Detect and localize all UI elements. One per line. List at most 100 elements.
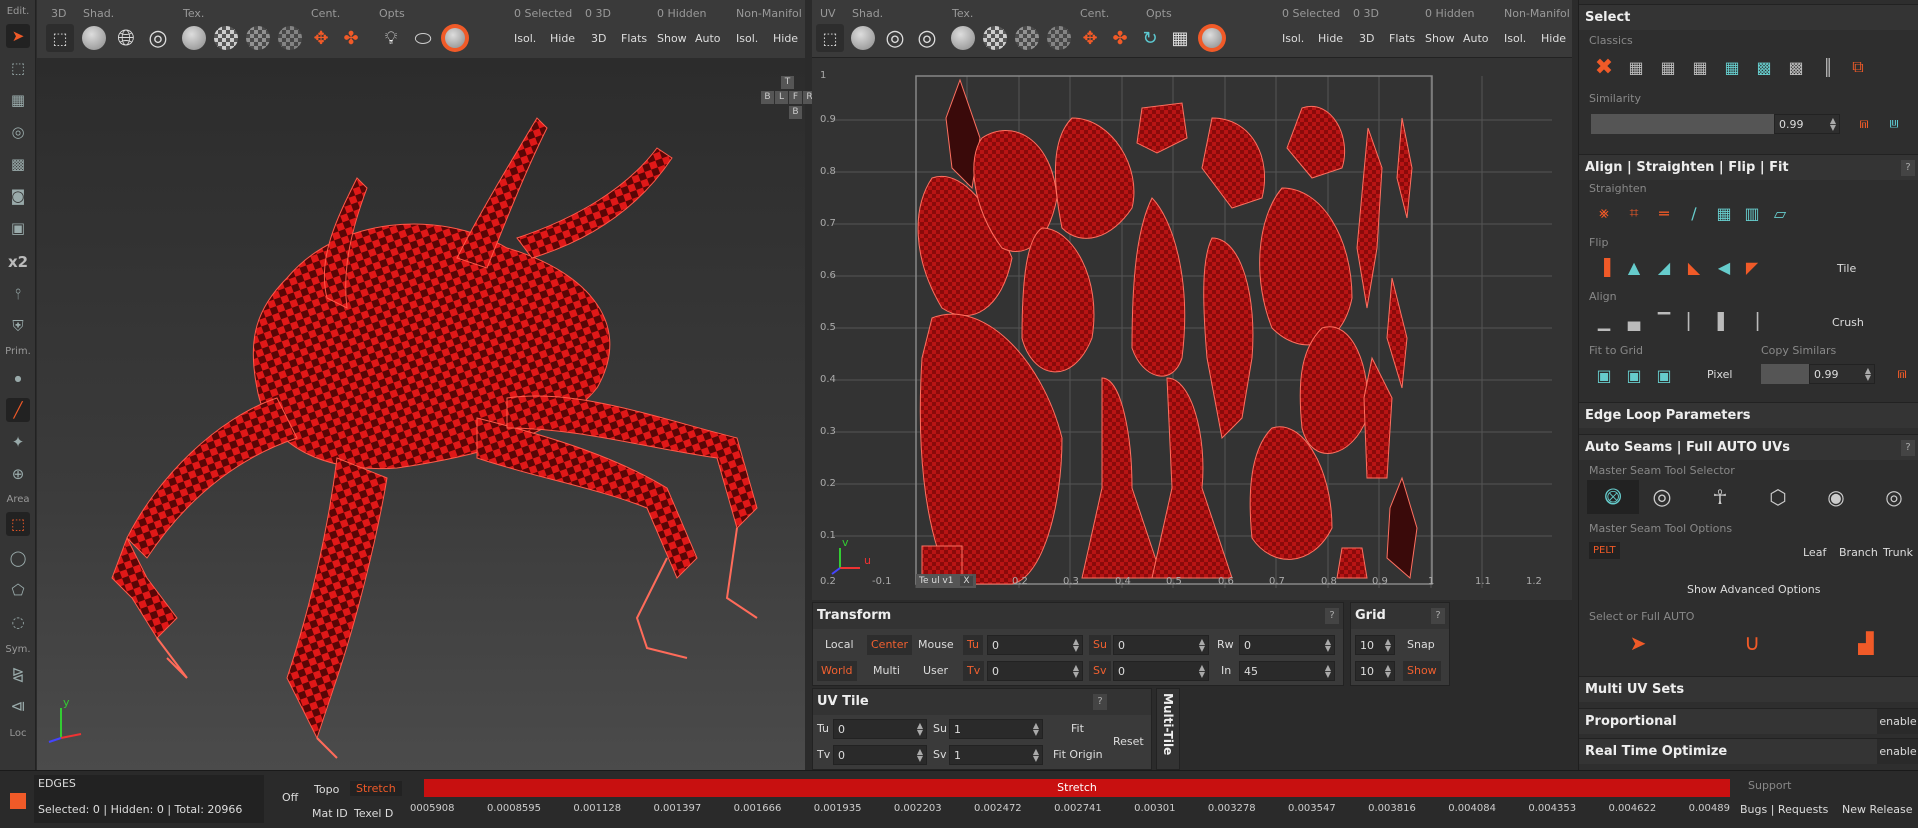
select-grid6-icon[interactable]: ▩: [1783, 54, 1809, 80]
uv-isol-button[interactable]: Isol.: [1277, 28, 1309, 50]
pixel-button[interactable]: Pixel: [1707, 368, 1732, 381]
uv-tile-close[interactable]: X: [960, 576, 973, 586]
fit-grid-icon[interactable]: ▣: [1591, 362, 1617, 388]
multi-uv-section-header[interactable]: Multi UV Sets: [1579, 676, 1918, 702]
proportional-enable-button[interactable]: enable: [1877, 709, 1918, 734]
similarity-stepper-icon[interactable]: ▲ ▼: [1830, 117, 1836, 132]
seam-ball-icon[interactable]: ◎: [1649, 484, 1675, 510]
uv-frame-icon[interactable]: ⬚: [816, 24, 844, 52]
uvtile-su-stepper-icon[interactable]: ▲ ▼: [1033, 722, 1039, 737]
uvtile-tu-field[interactable]: 0 ▲ ▼: [833, 719, 927, 739]
seam-cube-icon[interactable]: ⬡: [1765, 484, 1791, 510]
uv-grid-toggle-icon[interactable]: ▦: [1166, 24, 1194, 52]
rw-stepper-icon[interactable]: ▲ ▼: [1325, 638, 1331, 653]
su-stepper-icon[interactable]: ▲ ▼: [1199, 638, 1205, 653]
straighten-diag-icon[interactable]: ∕: [1681, 200, 1707, 226]
cylinder-icon[interactable]: ◙: [6, 184, 30, 208]
cube-front[interactable]: F: [789, 91, 802, 104]
grid-help-button[interactable]: ?: [1431, 608, 1445, 624]
3d-button[interactable]: 3D: [586, 28, 611, 50]
new-release-link[interactable]: New Release: [1842, 803, 1912, 816]
x2-label[interactable]: x2: [6, 250, 30, 274]
tu-field[interactable]: 0 ▲ ▼: [987, 635, 1083, 655]
flats-button[interactable]: Flats: [616, 28, 652, 50]
box-icon[interactable]: ▣: [6, 216, 30, 240]
uvtile-tv-field[interactable]: 0 ▲ ▼: [833, 745, 927, 765]
seam-magnet-icon[interactable]: ∪: [1739, 630, 1765, 656]
tex-checker-icon[interactable]: [212, 24, 240, 52]
uv-tile-help-button[interactable]: ?: [1093, 694, 1107, 710]
select-grid3-icon[interactable]: ▦: [1687, 54, 1713, 80]
trunk-button[interactable]: Trunk: [1883, 546, 1913, 559]
uv-tile-tag[interactable]: Te ul v1 X: [916, 574, 976, 588]
tex-plain-icon[interactable]: [180, 24, 208, 52]
su-field[interactable]: 0 ▲ ▼: [1113, 635, 1209, 655]
fit-button[interactable]: Fit: [1071, 719, 1084, 739]
uv-color-ball-icon[interactable]: [1198, 24, 1226, 52]
color-ball-icon[interactable]: [441, 24, 469, 52]
flip-rot4-icon[interactable]: ◤: [1739, 254, 1765, 280]
symmetry-icon[interactable]: ⧎: [6, 662, 30, 686]
flip-rot-icon[interactable]: ◢: [1651, 254, 1677, 280]
flip-v-icon[interactable]: ▲: [1621, 254, 1647, 280]
seam-full-auto-icon[interactable]: ▟: [1853, 630, 1879, 656]
select-arrow-icon[interactable]: ➤: [6, 24, 30, 48]
copy-similars-icon[interactable]: ⩎: [1889, 360, 1915, 386]
align-center-icon[interactable]: ▌: [1711, 308, 1737, 334]
grid-icon[interactable]: ▩: [6, 152, 30, 176]
uv-grid-sphere-icon[interactable]: ◎: [913, 24, 941, 52]
straighten-x-icon[interactable]: ⨳: [1591, 200, 1617, 226]
show-grid-button[interactable]: Show: [1403, 661, 1441, 681]
tv-field[interactable]: 0 ▲ ▼: [987, 661, 1083, 681]
frame-icon[interactable]: ⬚: [46, 24, 74, 52]
viewport-3d[interactable]: y T B L F R B: [37, 58, 816, 770]
uv-shaded-sphere-icon[interactable]: [849, 24, 877, 52]
select-grid2-icon[interactable]: ▦: [1655, 54, 1681, 80]
view-cube[interactable]: T B L F R B: [761, 76, 817, 130]
branch-button[interactable]: Branch: [1839, 546, 1878, 559]
cube-top[interactable]: T: [781, 76, 794, 89]
auto-seams-section-header[interactable]: Auto Seams | Full AUTO UVs?: [1579, 434, 1918, 460]
uvtile-sv-stepper-icon[interactable]: ▲ ▼: [1033, 748, 1039, 763]
poly-lasso-icon[interactable]: ⬠: [6, 578, 30, 602]
tv-stepper-icon[interactable]: ▲ ▼: [1073, 664, 1079, 679]
copy-similars-field[interactable]: 0.99 ▲ ▼: [1809, 364, 1875, 384]
uv-hide-button[interactable]: Hide: [1313, 28, 1348, 50]
select-similar-icon[interactable]: ⩎: [1851, 110, 1877, 136]
straighten-skew-icon[interactable]: ▱: [1767, 200, 1793, 226]
uv-tex-check3-icon[interactable]: [1045, 24, 1073, 52]
snap-button[interactable]: Snap: [1407, 635, 1435, 655]
tex-check2-icon[interactable]: [244, 24, 272, 52]
show-button[interactable]: Show: [652, 28, 692, 50]
wire-sphere-icon[interactable]: 🌐︎: [112, 24, 140, 52]
globe-icon[interactable]: ⊕: [6, 462, 30, 486]
move-tool-icon[interactable]: ✦: [6, 430, 30, 454]
transform-help-button[interactable]: ?: [1325, 608, 1339, 624]
uv-center-cross2-icon[interactable]: ✤: [1106, 24, 1134, 52]
dot-icon[interactable]: ●: [6, 366, 30, 390]
select-grid1-icon[interactable]: ▦: [1623, 54, 1649, 80]
texel-d-button[interactable]: Texel D: [354, 807, 393, 820]
grid-stepper-icon[interactable]: ▲ ▼: [1385, 664, 1391, 679]
hide2-button[interactable]: Hide: [768, 28, 803, 50]
similarity-field[interactable]: 0.99 ▲ ▼: [1774, 114, 1840, 134]
edge-loop-section-header[interactable]: Edge Loop Parameters: [1579, 402, 1918, 428]
sv-field[interactable]: 0 ▲ ▼: [1113, 661, 1209, 681]
align-section-header[interactable]: Align | Straighten | Flip | Fit?: [1579, 154, 1918, 180]
uvtile-tu-stepper-icon[interactable]: ▲ ▼: [917, 722, 923, 737]
shield-icon[interactable]: ⛨: [6, 314, 30, 338]
realtime-enable-button[interactable]: enable: [1877, 739, 1918, 764]
uv-isol2-button[interactable]: Isol.: [1499, 28, 1531, 50]
cube-bottom[interactable]: B: [789, 106, 802, 119]
deselect-icon[interactable]: ✖: [1591, 54, 1617, 80]
rect-select-icon[interactable]: ⬚: [6, 512, 30, 536]
uv-tex-plain-icon[interactable]: [949, 24, 977, 52]
mouse-button[interactable]: Mouse: [918, 635, 954, 655]
crush-button[interactable]: Crush: [1832, 316, 1864, 329]
local-sym-icon[interactable]: ⧏: [6, 694, 30, 718]
in-field[interactable]: 45 ▲ ▼: [1239, 661, 1335, 681]
proportional-section-header[interactable]: Proportional enable: [1579, 708, 1918, 734]
multi-tile-tab[interactable]: Multi-Tile: [1156, 688, 1180, 770]
fit-grid3-icon[interactable]: ▣: [1651, 362, 1677, 388]
uv-flats-button[interactable]: Flats: [1384, 28, 1420, 50]
